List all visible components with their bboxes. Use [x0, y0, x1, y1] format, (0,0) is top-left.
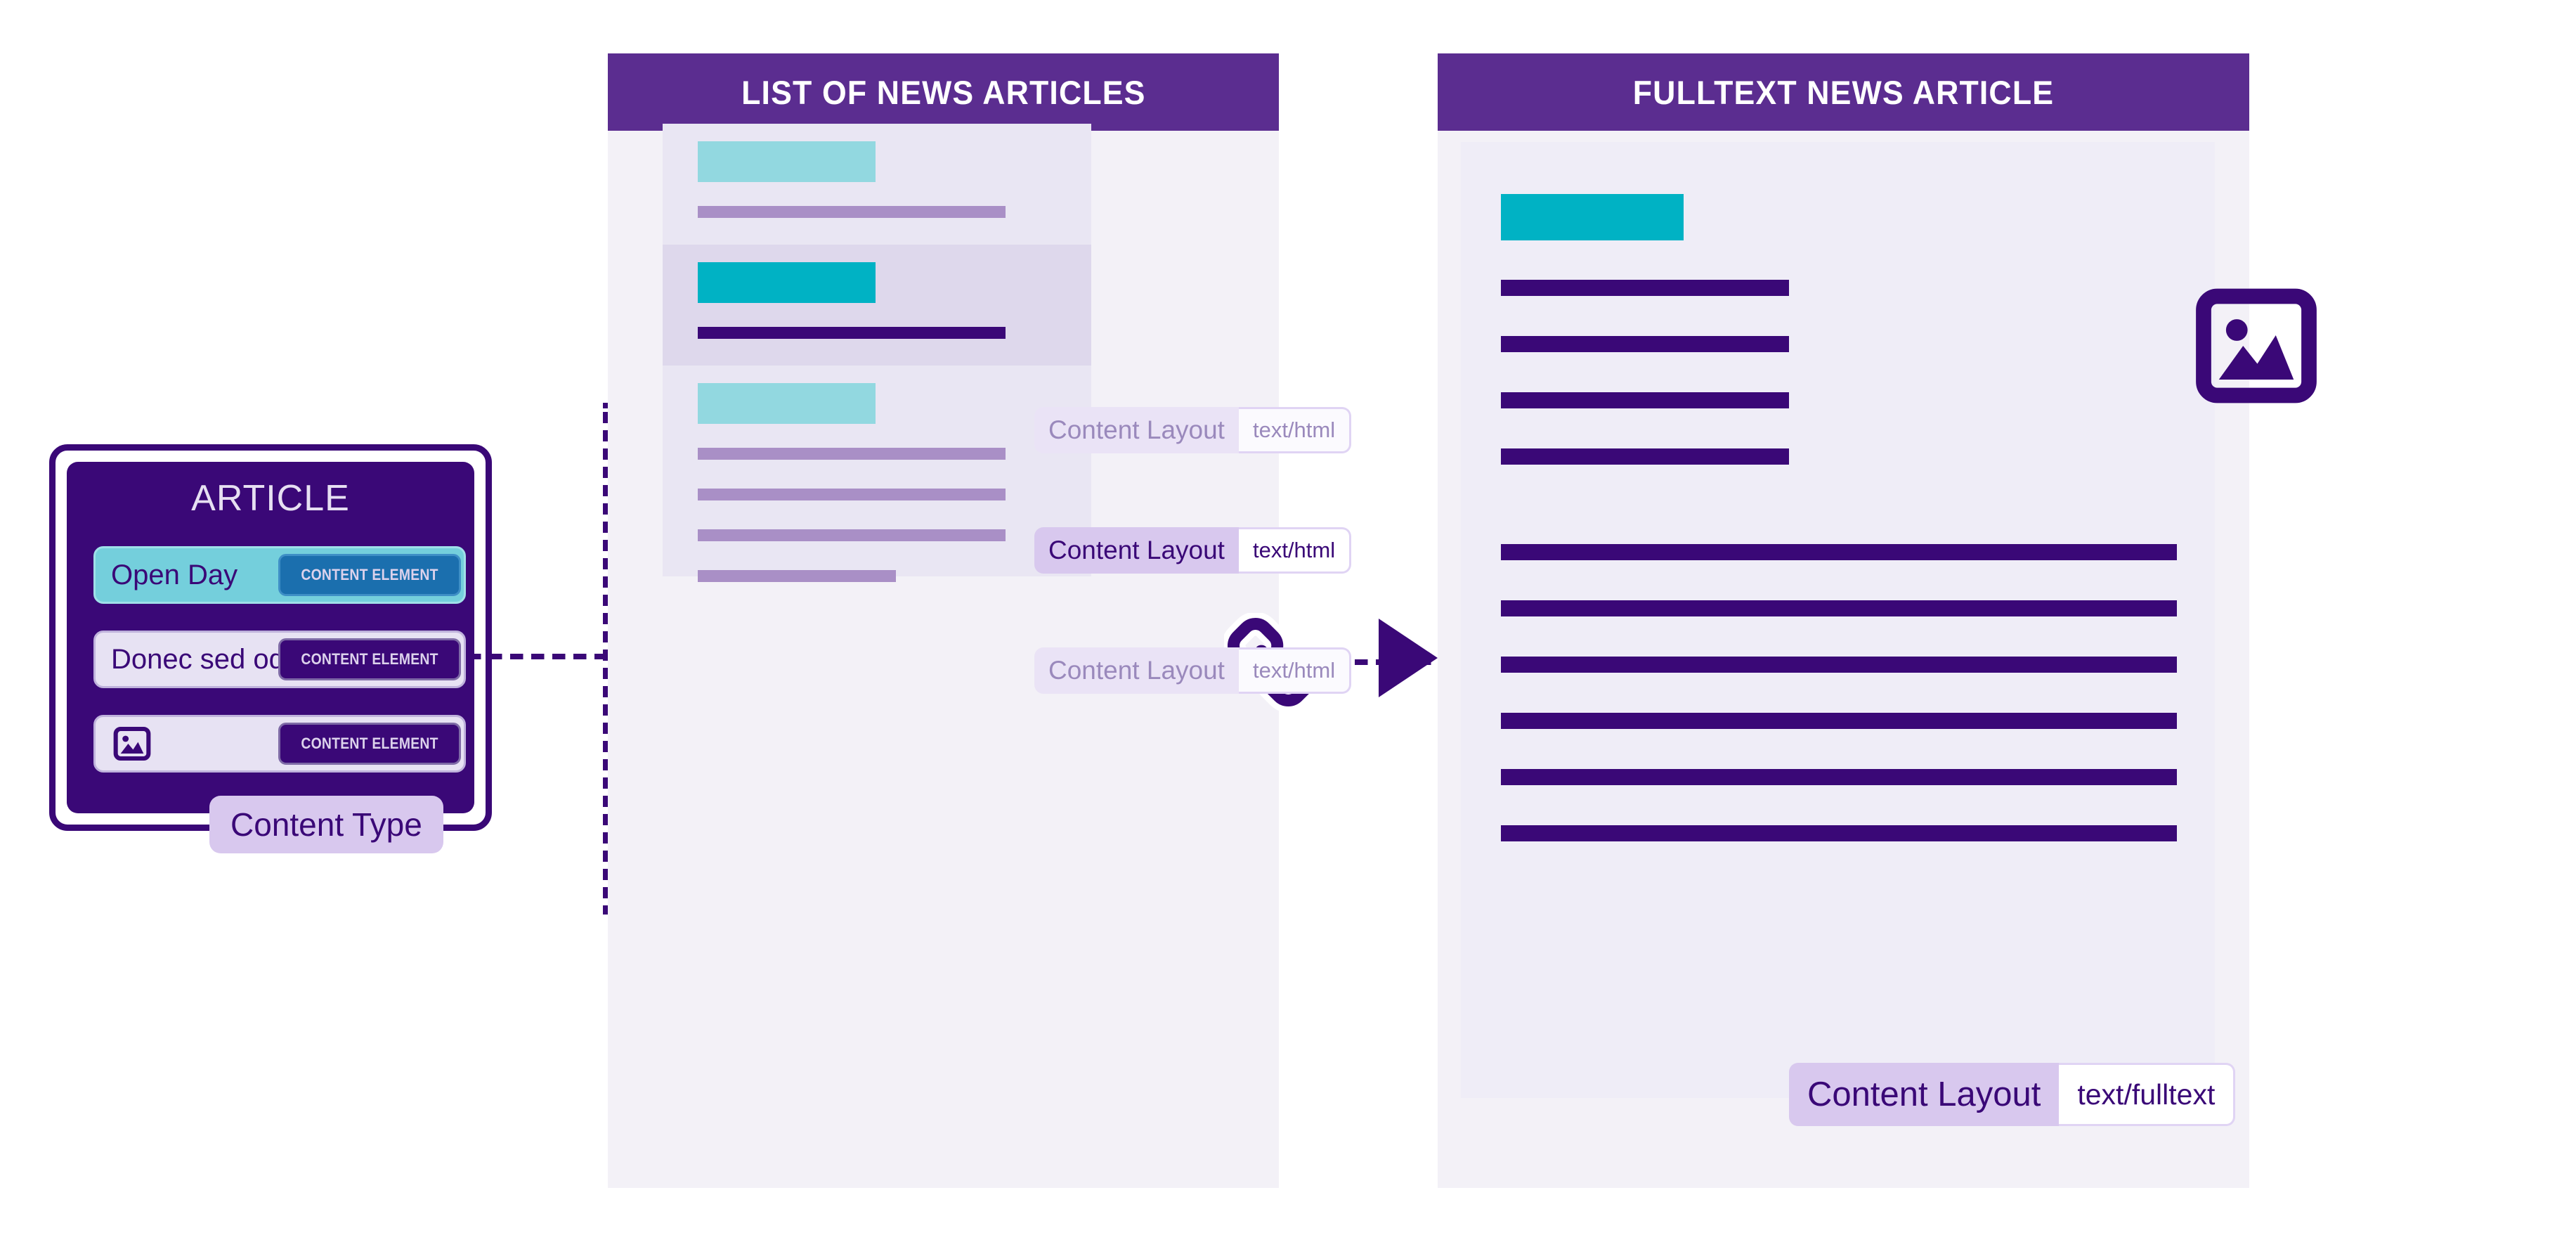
content-element-badge-2: CONTENT ELEMENT	[278, 638, 461, 680]
content-layout-badge-label: Content Layout	[1034, 647, 1239, 694]
content-element-row-3[interactable]: CONTENT ELEMENT	[93, 715, 466, 773]
content-layout-badge-value: text/html	[1238, 407, 1352, 453]
fulltext-text-line	[1501, 392, 1789, 408]
arrow-right-icon	[1379, 619, 1438, 697]
content-layout-badge-value: text/fulltext	[2059, 1063, 2236, 1126]
content-layout-badge-value: text/html	[1238, 647, 1352, 694]
content-element-row-1[interactable]: Open Day CONTENT ELEMENT	[93, 546, 466, 604]
content-layout-badge: Content Layout text/html	[1034, 407, 1352, 453]
list-item[interactable]	[663, 366, 1091, 582]
image-icon	[113, 726, 151, 761]
fulltext-text-line	[1501, 600, 2177, 616]
content-layout-badge-label: Content Layout	[1034, 527, 1239, 574]
content-element-label-1: Open Day	[111, 559, 238, 590]
fulltext-headline-block	[1501, 194, 1684, 240]
content-type-title: ARTICLE	[191, 478, 350, 519]
fulltext-text-line	[1501, 544, 2177, 560]
fulltext-panel-header: FULLTEXT NEWS ARTICLE	[1438, 53, 2249, 131]
fulltext-text-line	[1501, 713, 2177, 729]
list-item-text-line	[698, 448, 1006, 460]
list-panel-header: LIST OF NEWS ARTICLES	[608, 53, 1279, 131]
content-element-row-2[interactable]: Donec sed od... CONTENT ELEMENT	[93, 631, 466, 688]
fulltext-content-area	[1461, 142, 2317, 1098]
fulltext-text-line	[1501, 336, 1789, 352]
content-layout-badge-label: Content Layout	[1034, 407, 1239, 453]
fulltext-news-article-panel: FULLTEXT NEWS ARTICLE	[1438, 53, 2317, 1188]
fulltext-text-line	[1501, 448, 1789, 465]
content-element-badge-1: CONTENT ELEMENT	[278, 554, 461, 596]
list-item-text-line	[698, 570, 896, 582]
list-item-headline-block	[698, 262, 876, 303]
fulltext-text-line	[1501, 825, 2177, 841]
list-item-headline-block	[698, 141, 876, 182]
list-item-text-line	[698, 529, 1006, 541]
fulltext-text-line	[1501, 657, 2177, 673]
content-type-card: ARTICLE Open Day CONTENT ELEMENT Donec s…	[49, 444, 492, 831]
content-element-badge-3: CONTENT ELEMENT	[278, 723, 461, 765]
list-item-text-line	[698, 489, 1006, 500]
fulltext-text-line	[1501, 769, 2177, 785]
list-item-text-line	[698, 327, 1006, 339]
content-layout-badge: Content Layout text/html	[1034, 647, 1352, 694]
content-type-card-body: ARTICLE Open Day CONTENT ELEMENT Donec s…	[67, 462, 474, 813]
content-layout-badge-label: Content Layout	[1789, 1063, 2060, 1126]
list-item-headline-block	[698, 383, 876, 424]
list-panel-title: LIST OF NEWS ARTICLES	[741, 73, 1146, 111]
fulltext-text-line	[1501, 280, 1789, 296]
content-layout-badge-value: text/html	[1238, 527, 1352, 574]
content-layout-badge: Content Layout text/fulltext	[1789, 1063, 2236, 1126]
fulltext-panel-title: FULLTEXT NEWS ARTICLE	[1632, 73, 2055, 111]
list-item-text-line	[698, 206, 1006, 218]
content-layout-badge: Content Layout text/html	[1034, 527, 1352, 574]
image-icon	[2196, 288, 2317, 403]
content-type-pill: Content Type	[209, 796, 443, 853]
list-of-news-articles-panel: LIST OF NEWS ARTICLES Content Layout tex…	[608, 53, 1352, 1188]
